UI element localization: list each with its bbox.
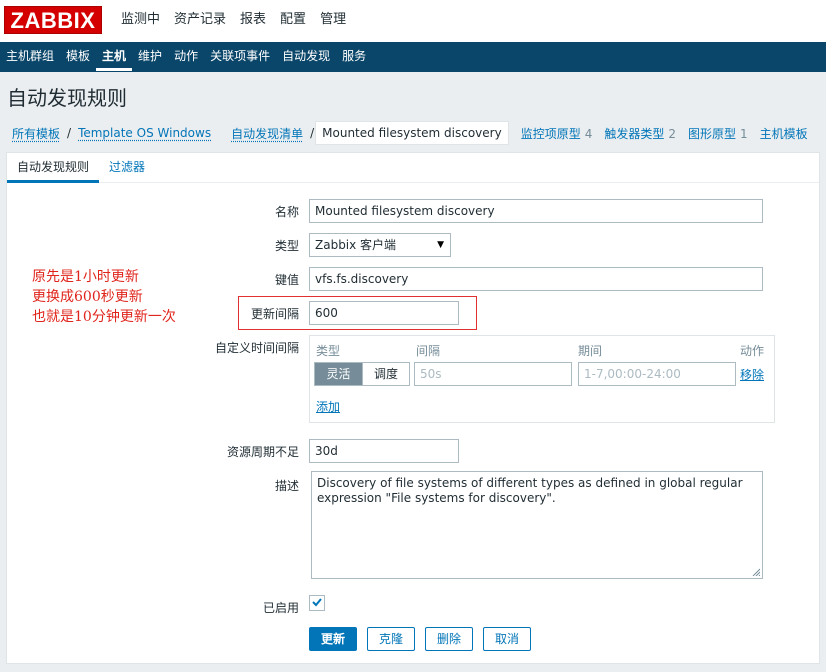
sub-menu-host-groups[interactable]: 主机群组 bbox=[0, 42, 60, 72]
breadcrumb-trigger-prototypes-label: 触发器类型 bbox=[604, 126, 665, 141]
graph-prototypes-count: 1 bbox=[740, 126, 748, 141]
chevron-down-icon: ▼ bbox=[437, 240, 444, 250]
sub-menu-templates[interactable]: 模板 bbox=[60, 42, 96, 72]
type-select-value: Zabbix 客户端 bbox=[315, 238, 397, 252]
tab-discovery-rule[interactable]: 自动发现规则 bbox=[7, 153, 100, 183]
breadcrumb-discovery-list[interactable]: 自动发现清单 bbox=[225, 125, 309, 142]
update-button[interactable]: 更新 bbox=[309, 627, 357, 651]
annotation-line-3: 也就是10分钟更新一次 bbox=[32, 309, 176, 325]
sub-menu-discovery[interactable]: 自动发现 bbox=[276, 42, 336, 72]
sub-menu-maintenance[interactable]: 维护 bbox=[132, 42, 168, 72]
trigger-prototypes-count: 2 bbox=[668, 126, 677, 141]
delete-button[interactable]: 删除 bbox=[425, 627, 473, 651]
tab-bar: 自动发现规则 过滤器 bbox=[7, 153, 819, 183]
item-prototypes-count: 4 bbox=[584, 126, 593, 141]
col-action-header: 动作 bbox=[740, 344, 765, 358]
keep-lost-resources-input[interactable]: 30d bbox=[309, 439, 459, 463]
clone-button[interactable]: 克隆 bbox=[367, 627, 415, 651]
name-label: 名称 bbox=[274, 205, 299, 219]
main-menu-inventory[interactable]: 资产记录 bbox=[167, 0, 233, 42]
breadcrumb-trigger-prototypes[interactable]: 触发器类型 2 bbox=[598, 125, 682, 142]
custom-period-input[interactable]: 1-7,00:00-24:00 bbox=[578, 362, 736, 386]
key-input[interactable]: vfs.fs.discovery bbox=[309, 267, 763, 291]
enabled-checkbox[interactable] bbox=[309, 595, 325, 611]
main-menu-reports[interactable]: 报表 bbox=[233, 0, 273, 42]
sub-menu-hosts[interactable]: 主机 bbox=[96, 42, 133, 71]
form-panel: 自动发现规则 过滤器 名称 Mounted filesystem discove… bbox=[6, 152, 820, 664]
annotation-line-1: 原先是1小时更新 bbox=[32, 269, 139, 285]
breadcrumb-graph-prototypes[interactable]: 图形原型 1 bbox=[682, 125, 754, 142]
custom-intervals-label: 自定义时间间隔 bbox=[214, 341, 299, 355]
col-interval-header: 间隔 bbox=[416, 344, 441, 358]
custom-interval-input[interactable]: 50s bbox=[414, 362, 572, 386]
flexible-button[interactable]: 灵活 bbox=[315, 363, 362, 385]
scheduling-button[interactable]: 调度 bbox=[362, 363, 409, 385]
type-select[interactable]: Zabbix 客户端 ▼ bbox=[309, 233, 451, 257]
sub-menu-event-correlation[interactable]: 关联项事件 bbox=[204, 42, 276, 72]
remove-link[interactable]: 移除 bbox=[740, 366, 764, 383]
breadcrumb-current-rule[interactable]: Mounted filesystem discovery bbox=[315, 121, 509, 145]
description-textarea[interactable]: Discovery of file systems of different t… bbox=[311, 471, 763, 579]
main-menu-administration[interactable]: 管理 bbox=[313, 0, 353, 42]
cancel-button[interactable]: 取消 bbox=[483, 627, 531, 651]
custom-intervals-table: 类型 间隔 期间 动作 灵活 调度 50s 1-7,00:00-24:00 移除… bbox=[309, 335, 775, 423]
breadcrumb-item-prototypes[interactable]: 监控项原型 4 bbox=[515, 125, 599, 142]
sub-menu-actions[interactable]: 动作 bbox=[168, 42, 204, 72]
enabled-label: 已启用 bbox=[262, 601, 299, 615]
zabbix-logo[interactable]: ZABBIX bbox=[4, 6, 102, 34]
description-text: Discovery of file systems of different t… bbox=[317, 476, 743, 505]
breadcrumb: 所有模板 / Template OS Windows 自动发现清单 / Moun… bbox=[6, 118, 814, 148]
main-menu-configuration[interactable]: 配置 bbox=[273, 0, 313, 42]
sub-menu: 主机群组 模板 主机 维护 动作 关联项事件 自动发现 服务 bbox=[0, 42, 826, 72]
resize-handle-icon[interactable] bbox=[752, 568, 760, 576]
page-title: 自动发现规则 bbox=[7, 86, 127, 110]
col-type-header: 类型 bbox=[316, 344, 341, 358]
annotation-highlight-box bbox=[238, 296, 477, 330]
checkmark-icon bbox=[312, 598, 322, 607]
top-bar: ZABBIX 监测中 资产记录 报表 配置 管理 bbox=[0, 0, 826, 42]
breadcrumb-all-templates[interactable]: 所有模板 bbox=[6, 125, 66, 142]
name-input[interactable]: Mounted filesystem discovery bbox=[309, 199, 763, 223]
tab-filters[interactable]: 过滤器 bbox=[99, 153, 155, 183]
interval-type-toggle: 灵活 调度 bbox=[314, 362, 410, 386]
main-menu: 监测中 资产记录 报表 配置 管理 bbox=[114, 0, 353, 42]
description-label: 描述 bbox=[274, 479, 299, 493]
breadcrumb-graph-prototypes-label: 图形原型 bbox=[688, 126, 737, 141]
add-link[interactable]: 添加 bbox=[316, 398, 340, 415]
type-label: 类型 bbox=[274, 239, 299, 253]
keep-lost-resources-label: 资源周期不足 bbox=[226, 445, 299, 459]
breadcrumb-host-prototypes[interactable]: 主机模板 bbox=[754, 125, 814, 142]
breadcrumb-template[interactable]: Template OS Windows bbox=[72, 126, 217, 140]
annotation-line-2: 更换成600秒更新 bbox=[32, 289, 143, 305]
sub-menu-services[interactable]: 服务 bbox=[336, 42, 372, 72]
breadcrumb-item-prototypes-label: 监控项原型 bbox=[520, 126, 581, 141]
col-period-header: 期间 bbox=[578, 344, 603, 358]
main-menu-monitoring[interactable]: 监测中 bbox=[114, 0, 167, 42]
